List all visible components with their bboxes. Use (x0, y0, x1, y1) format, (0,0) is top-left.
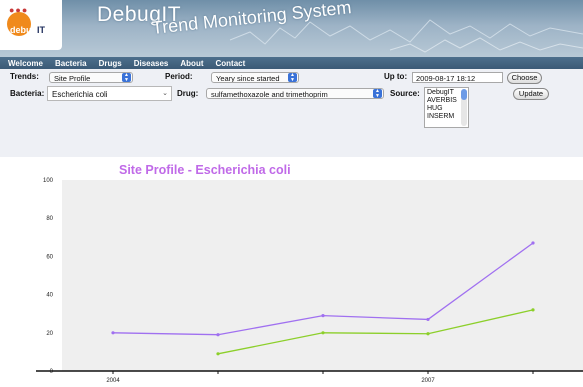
series-point-2 (321, 331, 325, 335)
listbox-scrollbar[interactable] (461, 89, 467, 126)
upto-date-input[interactable]: 2009-08-17 18:12 (412, 72, 503, 83)
select-arrows-icon: ▲ ▼ (373, 89, 382, 98)
nav-welcome[interactable]: Welcome (2, 59, 49, 68)
chevron-down-icon: ⌄ (162, 90, 168, 97)
nav-diseases[interactable]: Diseases (128, 59, 175, 68)
update-button[interactable]: Update (513, 88, 549, 100)
y-tick-label: 80 (46, 216, 53, 222)
logo-text-it: IT (37, 25, 45, 35)
y-tick-label: 60 (46, 254, 53, 260)
upto-label: Up to: (384, 72, 408, 81)
period-label: Period: (165, 72, 193, 81)
nav-about[interactable]: About (174, 59, 209, 68)
period-select[interactable]: Yeary since started ▲ ▼ (211, 72, 299, 83)
bacteria-combobox[interactable]: Escherichia coli ⌄ (47, 86, 172, 101)
series-point-2 (531, 308, 535, 312)
line-chart: 0 20 40 60 80 100 2004 2007 (36, 178, 583, 384)
series-point-1 (426, 317, 430, 322)
plot-background (62, 180, 583, 371)
source-label: Source: (390, 89, 420, 98)
logo-text-debug: debug (10, 25, 37, 35)
logo[interactable]: ●●● debugIT (0, 0, 62, 50)
filter-panel: Trends: Site Profile ▲ ▼ Bacteria: Escher… (0, 69, 583, 157)
drug-select-value: sulfamethoxazole and trimethoprim (211, 90, 328, 99)
x-tick-label: 2004 (106, 378, 120, 384)
drug-label: Drug: (177, 89, 199, 98)
series-point-1 (531, 241, 535, 245)
trends-label: Trends: (10, 72, 39, 81)
bacteria-combobox-value: Escherichia coli (52, 90, 108, 99)
y-tick-label: 0 (50, 369, 54, 375)
nav-bacteria[interactable]: Bacteria (49, 59, 93, 68)
select-arrows-icon: ▲ ▼ (122, 73, 131, 82)
drug-select[interactable]: sulfamethoxazole and trimethoprim ▲ ▼ (206, 88, 384, 99)
nav-contact[interactable]: Contact (210, 59, 252, 68)
series-point-1 (111, 331, 115, 335)
x-tick-label: 2007 (421, 378, 435, 384)
series-point-1 (216, 333, 220, 337)
series-point-2 (216, 352, 220, 356)
series-point-2 (426, 332, 430, 336)
trends-select[interactable]: Site Profile ▲ ▼ (49, 72, 133, 83)
main-nav: Welcome Bacteria Drugs Diseases About Co… (0, 57, 583, 69)
nav-drugs[interactable]: Drugs (93, 59, 128, 68)
scrollbar-thumb[interactable] (461, 89, 467, 100)
trends-select-value: Site Profile (54, 74, 91, 83)
bacteria-label: Bacteria: (10, 89, 45, 98)
period-select-value: Yeary since started (216, 74, 280, 83)
header-banner: ●●● debugIT DebugIT Trend Monitoring Sys… (0, 0, 583, 57)
series-point-1 (321, 314, 325, 318)
y-tick-label: 20 (46, 331, 53, 337)
select-arrows-icon: ▲ ▼ (288, 73, 297, 82)
y-tick-label: 100 (43, 178, 54, 184)
choose-button[interactable]: Choose (507, 72, 542, 84)
source-listbox[interactable]: DebugIT AVERBIS HUG INSERM (424, 87, 469, 128)
y-tick-label: 40 (46, 293, 53, 299)
